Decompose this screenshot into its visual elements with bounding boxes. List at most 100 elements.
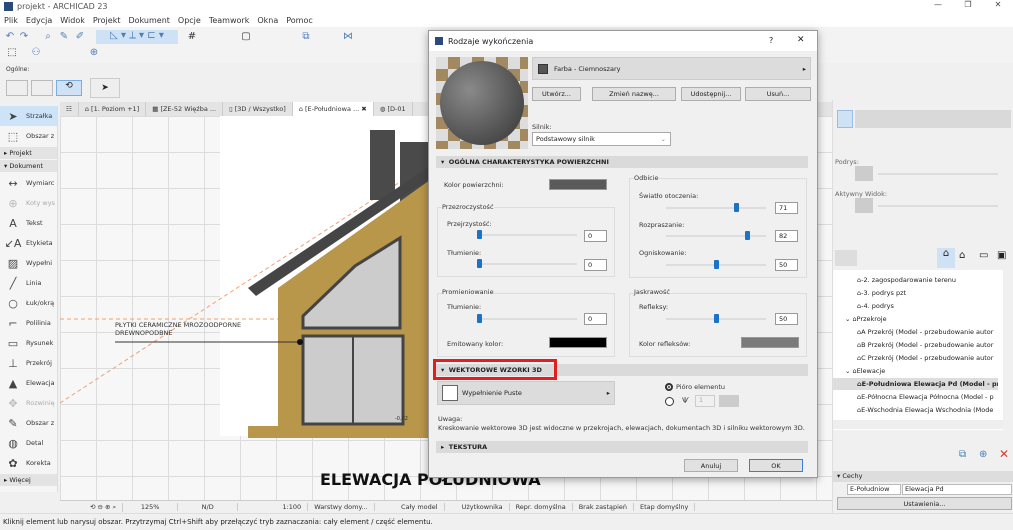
tool-arc[interactable]: ○ Łuk/okrą bbox=[0, 293, 57, 313]
menu-widok[interactable]: Widok bbox=[60, 16, 85, 25]
tool-fill[interactable]: ▨ Wypełni bbox=[0, 253, 57, 273]
properties-header[interactable]: ▾ Cechy bbox=[833, 471, 1013, 482]
tree-item[interactable]: ⌂ -2. zagospodarowanie terenu bbox=[833, 274, 998, 286]
split-icon[interactable]: ⋈ bbox=[342, 31, 354, 43]
emission-attenuation-input[interactable]: 0 bbox=[584, 313, 607, 325]
view-name-field[interactable]: Elewacja Pd bbox=[902, 484, 1012, 495]
slider-thumb[interactable] bbox=[477, 230, 482, 239]
new-view-icon[interactable]: ⧉ bbox=[959, 449, 966, 460]
find-select-icon[interactable]: ⌕ bbox=[42, 31, 54, 43]
representation[interactable]: Repr. domyślna bbox=[510, 503, 573, 511]
create-button[interactable]: Utwórz... bbox=[532, 87, 581, 101]
tool-marquee[interactable]: ⬚ Obszar z bbox=[0, 126, 57, 146]
zoom-controls[interactable]: ⟲ ⊖ ⊕ ⌕ bbox=[60, 502, 124, 512]
tab-navigator[interactable]: ☷ bbox=[60, 102, 79, 116]
menu-okna[interactable]: Okna bbox=[257, 16, 278, 25]
tool-dimension[interactable]: ↔ Wymiarc bbox=[0, 173, 57, 193]
scale-value[interactable]: 1:100 bbox=[238, 503, 309, 511]
menu-dokument[interactable]: Dokument bbox=[128, 16, 169, 25]
tree-folder[interactable]: ⌄ ⌂ Elewacje bbox=[833, 365, 998, 377]
section-texture[interactable]: ▸ TEKSTURA bbox=[436, 441, 808, 453]
active-view-slider[interactable] bbox=[878, 205, 998, 207]
tool-drawing[interactable]: ▭ Rysunek bbox=[0, 333, 57, 353]
slider-thumb[interactable] bbox=[734, 203, 739, 212]
pen-color-swatch[interactable] bbox=[719, 395, 739, 407]
group-dokument[interactable]: ▾ Dokument bbox=[0, 160, 57, 172]
tool-change[interactable]: ✿ Korekta bbox=[0, 453, 57, 473]
tree-item[interactable]: ⌂ -4. podrys bbox=[833, 300, 998, 312]
view-map-icon[interactable]: ⌂ bbox=[937, 248, 955, 268]
zoom-value[interactable]: 125% bbox=[123, 503, 179, 511]
slider-thumb[interactable] bbox=[477, 259, 482, 268]
layer-icon[interactable]: ▢ bbox=[240, 31, 252, 43]
walk-icon[interactable]: ⚇ bbox=[30, 47, 42, 59]
tree-item[interactable]: ⌂ E-Północna Elewacja Północna (Model - … bbox=[833, 391, 998, 403]
diffuse-slider[interactable] bbox=[666, 231, 766, 240]
tool-detail[interactable]: ◍ Detal bbox=[0, 433, 57, 453]
selection-method-icon[interactable] bbox=[6, 80, 28, 96]
tab-3d[interactable]: ▯ [3D / Wszystko] bbox=[223, 102, 293, 116]
annotation-text[interactable]: PŁYTKI CERAMICZNE MROZOODPORNE DREWNOPODB… bbox=[115, 321, 241, 337]
clone-view-icon[interactable]: ⊕ bbox=[979, 449, 987, 460]
slider-thumb[interactable] bbox=[477, 314, 482, 323]
diffuse-input[interactable]: 82 bbox=[775, 230, 798, 242]
tool-text[interactable]: A Tekst bbox=[0, 213, 57, 233]
ambient-slider[interactable] bbox=[666, 203, 766, 212]
ok-button[interactable]: OK bbox=[749, 459, 803, 472]
tab-floor-plan[interactable]: ⌂ [1. Poziom +1] bbox=[79, 102, 147, 116]
tree-item[interactable]: ⌂ E-Południowa Elewacja Pd (Model - prz bbox=[833, 378, 998, 390]
trace-color-icon[interactable] bbox=[855, 166, 873, 181]
layout-book-icon[interactable]: ▭ bbox=[979, 250, 988, 261]
tree-vertical-scrollbar[interactable] bbox=[1003, 270, 1013, 420]
tree-horizontal-scrollbar[interactable] bbox=[833, 420, 1003, 429]
navigator-tree[interactable]: ⌂ -2. zagospodarowanie terenu ⌂ -3. podry… bbox=[833, 270, 1003, 430]
ambient-input[interactable]: 71 bbox=[775, 202, 798, 214]
trace-icon[interactable]: ⧉ bbox=[300, 31, 312, 43]
tool-label[interactable]: ↙A Etykieta bbox=[0, 233, 57, 253]
group-projekt[interactable]: ▸ Projekt bbox=[0, 147, 57, 159]
model-view[interactable]: Cały model bbox=[375, 503, 445, 511]
slider-thumb[interactable] bbox=[714, 314, 719, 323]
syringe-icon[interactable]: ✐ bbox=[74, 31, 86, 43]
tool-arrow[interactable]: ➤ Strzałka bbox=[0, 106, 57, 126]
tool-level-dimension[interactable]: ⊕ Koty wys bbox=[0, 193, 57, 213]
emission-attenuation-slider[interactable] bbox=[477, 314, 577, 323]
podrys-slider[interactable] bbox=[878, 173, 998, 175]
attenuation-input[interactable]: 0 bbox=[584, 259, 607, 271]
guide-lines-icon[interactable]: ◺ ▾ ⟂ ▾ ⊏ ▾ bbox=[96, 30, 178, 44]
maximize-button[interactable]: ❐ bbox=[953, 0, 983, 13]
menu-opcje[interactable]: Opcje bbox=[178, 16, 201, 25]
emission-color-swatch[interactable] bbox=[549, 337, 607, 348]
settings-button[interactable]: Ustawienia... bbox=[837, 497, 1012, 510]
rotate-icon[interactable]: ⟲ bbox=[56, 80, 82, 96]
layer-combination[interactable]: Warstwy domy... bbox=[308, 503, 375, 511]
tree-item[interactable]: ⌂ B Przekrój (Model - przebudowanie auto… bbox=[833, 339, 998, 351]
cancel-button[interactable]: Anuluj bbox=[684, 459, 738, 472]
engine-select[interactable]: Podstawowy silnik ⌄ bbox=[532, 132, 671, 146]
menu-teamwork[interactable]: Teamwork bbox=[209, 16, 250, 25]
tab-detail[interactable]: ◍ [D-01 bbox=[374, 102, 413, 116]
tool-line[interactable]: ╱ Linia bbox=[0, 273, 57, 293]
menu-projekt[interactable]: Projekt bbox=[93, 16, 121, 25]
eyedropper-icon[interactable]: ✎ bbox=[58, 31, 70, 43]
orientation-value[interactable]: N/D bbox=[178, 503, 239, 511]
rename-button[interactable]: Zmień nazwę... bbox=[592, 87, 676, 101]
grid-icon[interactable]: # bbox=[186, 31, 198, 43]
view-selector[interactable] bbox=[855, 110, 1011, 128]
tree-folder[interactable]: ⌄ ⌂ Przekroje bbox=[833, 313, 998, 325]
surface-color-swatch[interactable] bbox=[549, 179, 607, 190]
publisher-icon[interactable]: ▣ bbox=[997, 250, 1006, 261]
transparency-input[interactable]: 0 bbox=[584, 230, 607, 242]
undo-icon[interactable]: ↶ bbox=[4, 31, 16, 43]
pen-number-field[interactable]: 1 bbox=[695, 395, 715, 407]
arrow-settings-icon[interactable]: ➤ bbox=[90, 78, 120, 98]
redo-icon[interactable]: ↷ bbox=[18, 31, 30, 43]
material-selector[interactable]: Farba - Ciemnoszary ▸ bbox=[532, 57, 811, 80]
view-id-field[interactable]: E-Południow bbox=[847, 484, 901, 495]
specular-input[interactable]: 50 bbox=[775, 259, 798, 271]
close-dialog-button[interactable]: ✕ bbox=[797, 35, 805, 45]
custom-pen-radio[interactable] bbox=[665, 397, 674, 406]
view-settings-icon[interactable] bbox=[837, 110, 853, 128]
active-view-color-icon[interactable] bbox=[855, 198, 873, 213]
graphic-override[interactable]: Brak zastąpień bbox=[573, 503, 635, 511]
